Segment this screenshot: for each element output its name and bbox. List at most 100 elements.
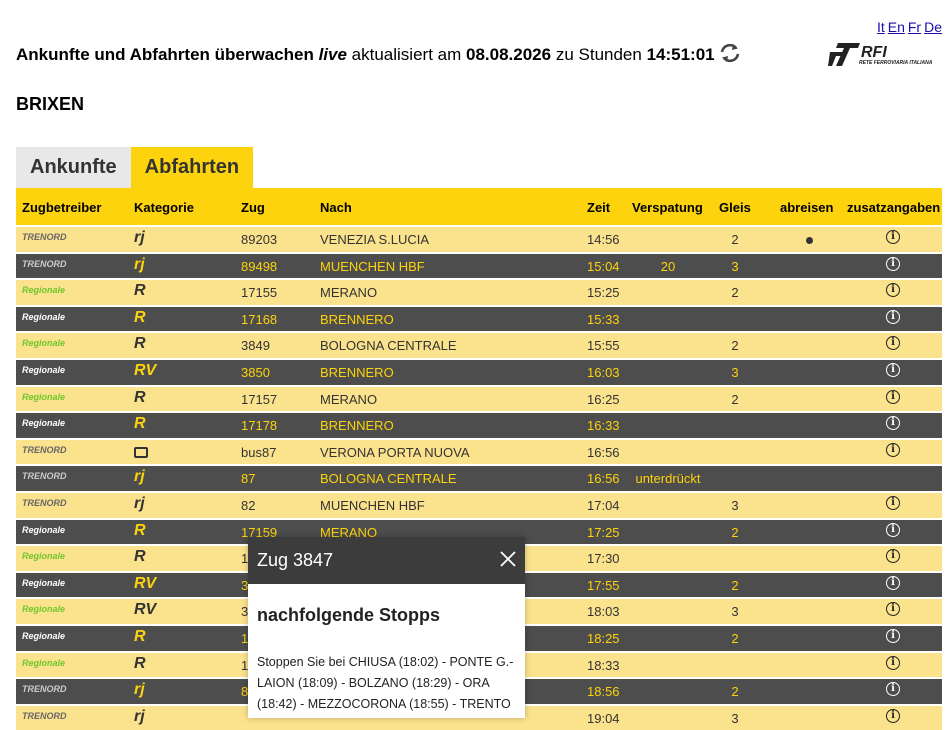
info-icon[interactable]: i <box>886 230 902 246</box>
train-number: bus87 <box>241 444 277 460</box>
close-icon[interactable] <box>500 551 516 567</box>
departure-time: 16:03 <box>587 365 620 381</box>
col-zug: Zug <box>241 200 265 215</box>
table-row[interactable]: Regionale R 3849 BOLOGNA CENTRALE 15:55 2 i <box>16 333 942 358</box>
refresh-icon[interactable] <box>717 41 743 65</box>
table-row[interactable]: Regionale R 17178 BRENNERO 16:33 i <box>16 413 942 438</box>
popup-stops-text: Stoppen Sie bei CHIUSA (18:02) - PONTE G… <box>257 655 514 711</box>
updated-label: aktualisiert am <box>351 45 462 64</box>
info-icon[interactable]: i <box>886 442 902 459</box>
lang-link-en[interactable]: En <box>888 19 905 35</box>
departure-time: 18:56 <box>587 684 620 700</box>
info-icon[interactable]: i <box>886 549 902 565</box>
category-logo: R <box>134 548 146 566</box>
train-number: 82 <box>241 498 256 514</box>
destination: BRENNERO <box>320 418 394 434</box>
table-row[interactable]: TRENORD rj 87 BOLOGNA CENTRALE 16:56 unterdrü… <box>16 466 942 491</box>
info-icon-glyph: i <box>886 629 900 643</box>
bus-icon-shape <box>134 446 148 458</box>
info-icon[interactable]: i <box>886 336 902 352</box>
info-icon[interactable]: i <box>886 575 902 592</box>
info-icon[interactable]: i <box>886 256 902 273</box>
table-row[interactable]: Regionale RV 3850 BRENNERO 16:03 3 i <box>16 360 942 385</box>
table-row[interactable]: TRENORD rj 82 MUENCHEN HBF 17:04 3 i <box>16 493 942 518</box>
operator-logo: Regionale <box>22 551 66 562</box>
col-kategorie: Kategorie <box>134 200 194 215</box>
platform: 2 <box>731 391 739 407</box>
info-icon-glyph: i <box>886 416 900 431</box>
table-row[interactable]: TRENORD rj 89498 MUENCHEN HBF 15:04 20 3 i <box>16 253 942 279</box>
category-logo: R <box>134 654 146 672</box>
info-icon[interactable]: i <box>886 389 902 406</box>
operator-logo: Regionale <box>22 311 66 322</box>
platform: 2 <box>731 577 739 593</box>
info-icon-glyph: i <box>886 230 900 245</box>
operator-logo: Regionale <box>22 365 66 376</box>
departure-time: 14:56 <box>587 232 620 248</box>
operator-logo: Regionale <box>22 418 66 429</box>
destination: MUENCHEN HBF <box>320 498 425 514</box>
operator-logo: TRENORD <box>22 498 67 509</box>
tab-ankunfte[interactable]: Ankunfte <box>16 147 131 188</box>
info-icon-glyph: i <box>886 256 900 271</box>
category-logo: RV <box>134 601 157 619</box>
info-icon[interactable]: i <box>886 283 902 299</box>
departure-time: 17:30 <box>587 551 620 567</box>
lang-link-fr[interactable]: Fr <box>908 19 921 35</box>
destination: VERONA PORTA NUOVA <box>320 444 470 460</box>
platform: 2 <box>731 524 739 540</box>
title-main: Ankunfte und Abfahrten überwachen <box>16 45 314 64</box>
table-row[interactable]: Regionale R 17155 MERANO 15:25 2 i <box>16 280 942 305</box>
operator-logo: Regionale <box>22 577 66 588</box>
info-icon[interactable]: i <box>886 309 902 326</box>
category-logo: R <box>134 388 146 406</box>
platform: 3 <box>731 498 739 514</box>
tab-abfahrten[interactable]: Abfahrten <box>130 147 254 188</box>
popup-subtitle: nachfolgende Stopps <box>257 605 441 625</box>
col-nach: Nach <box>320 200 352 215</box>
info-icon-glyph: i <box>886 682 900 697</box>
destination: BRENNERO <box>320 311 394 327</box>
category-logo: R <box>134 308 146 326</box>
col-zugbetreiber: Zugbetreiber <box>22 200 102 215</box>
info-icon[interactable]: i <box>886 416 902 432</box>
info-icon[interactable]: i <box>886 496 902 512</box>
info-icon[interactable]: i <box>886 708 902 725</box>
departure-time: 16:33 <box>587 418 620 434</box>
category-logo: R <box>134 282 146 300</box>
category-logo: R <box>134 521 146 539</box>
destination: MUENCHEN HBF <box>320 258 425 274</box>
platform: 2 <box>731 684 739 700</box>
train-number: 17168 <box>241 311 278 327</box>
info-icon[interactable]: i <box>886 629 902 645</box>
destination: MERANO <box>320 391 378 407</box>
table-row[interactable]: Regionale R 17157 MERANO 16:25 2 i <box>16 386 942 412</box>
table-row[interactable]: TRENORD bus87 VERONA PORTA NUOVA 16:56 i <box>16 439 942 465</box>
lang-link-de[interactable]: De <box>924 19 942 35</box>
departing-dot-icon <box>806 237 813 245</box>
table-row[interactable]: TRENORD rj 89203 VENEZIA S.LUCIA 14:56 2 i <box>16 227 942 252</box>
station-name: BRIXEN <box>16 94 85 114</box>
train-number: 17155 <box>241 285 278 301</box>
destination: VENEZIA S.LUCIA <box>320 232 430 248</box>
train-number: 3850 <box>241 365 270 381</box>
train-number: 17178 <box>241 418 278 434</box>
departure-time: 19:04 <box>587 710 620 726</box>
table-row[interactable]: Regionale R 17168 BRENNERO 15:33 i <box>16 306 942 332</box>
info-icon[interactable]: i <box>886 522 902 539</box>
info-icon[interactable]: i <box>886 655 902 672</box>
language-switcher: It En Fr De <box>874 19 942 35</box>
operator-logo: TRENORD <box>22 444 67 455</box>
info-icon[interactable]: i <box>886 363 902 379</box>
category-logo: rj <box>134 707 145 725</box>
info-icon[interactable]: i <box>886 602 902 618</box>
lang-link-it[interactable]: It <box>877 19 885 35</box>
platform: 2 <box>731 232 739 248</box>
info-icon[interactable]: i <box>886 682 902 698</box>
operator-logo: TRENORD <box>22 710 67 721</box>
departure-time: 15:33 <box>587 311 620 327</box>
info-icon-glyph: i <box>886 389 900 404</box>
category-logo: rj <box>134 681 145 699</box>
info-icon-glyph: i <box>886 708 900 723</box>
operator-logo: TRENORD <box>22 258 67 269</box>
